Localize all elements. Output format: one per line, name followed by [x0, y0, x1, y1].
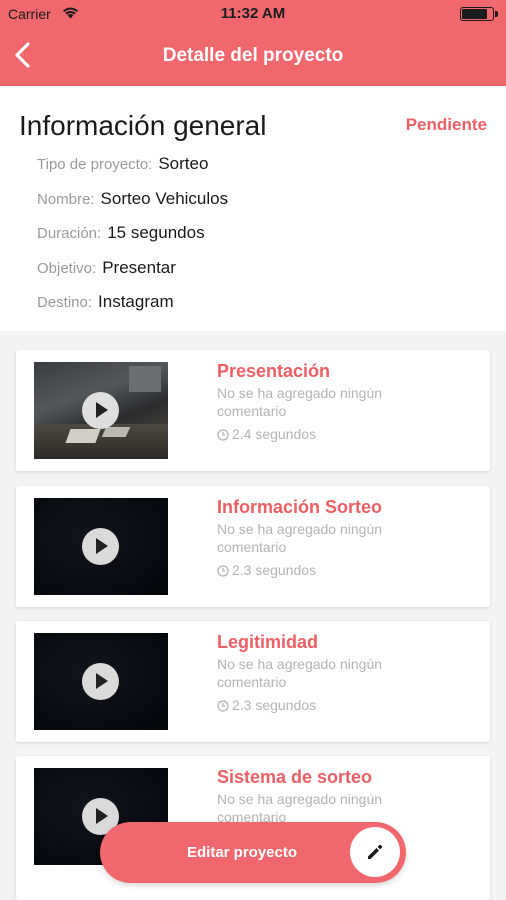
clip-card[interactable]: Información Sorteo No se ha agregado nin…: [16, 486, 490, 607]
video-thumbnail[interactable]: [34, 633, 168, 730]
field-label: Duración:: [37, 225, 102, 242]
play-icon[interactable]: [82, 663, 119, 700]
clip-comment: No se ha agregado ningún comentario: [217, 656, 383, 690]
field-project-type: Tipo de proyecto: Sorteo: [37, 154, 208, 174]
edit-project-label: Editar proyecto: [186, 844, 298, 861]
field-objective: Objetivo: Presentar: [37, 258, 176, 278]
pencil-icon: [368, 844, 383, 859]
clip-comment: No se ha agregado ningún comentario: [217, 385, 383, 419]
field-value: 15 segundos: [107, 223, 205, 242]
page-title: Detalle del proyecto: [162, 45, 344, 66]
thumbnail-detail: [34, 424, 168, 459]
clip-title: Legitimidad: [217, 632, 319, 652]
clip-title: Información Sorteo: [217, 497, 383, 517]
general-info-section: Información general Pendiente Tipo de pr…: [0, 86, 506, 331]
battery-level: [462, 9, 487, 19]
play-icon[interactable]: [82, 528, 119, 565]
field-name: Nombre: Sorteo Vehiculos: [37, 189, 228, 209]
field-duration: Duración: 15 segundos: [37, 223, 205, 243]
clock-icon: [217, 565, 229, 577]
clip-duration: 2.4 segundos: [217, 426, 316, 442]
battery-icon: [460, 7, 498, 21]
nav-bar: Detalle del proyecto: [0, 28, 506, 86]
field-value: Instagram: [98, 292, 174, 311]
pencil-icon-button[interactable]: [350, 827, 400, 877]
clip-duration-text: 2.3 segundos: [232, 697, 317, 713]
video-thumbnail[interactable]: [34, 498, 168, 595]
thumbnail-detail: [101, 427, 131, 437]
clock-time: 11:32 AM: [220, 5, 286, 22]
thumbnail-detail: [129, 366, 161, 392]
clip-title: Sistema de sorteo: [217, 767, 373, 787]
clip-duration-text: 2.4 segundos: [232, 426, 317, 442]
clip-card[interactable]: Legitimidad No se ha agregado ningún com…: [16, 621, 490, 742]
clip-duration: 2.3 segundos: [217, 697, 316, 713]
field-value: Sorteo Vehiculos: [100, 189, 229, 208]
status-badge: Pendiente: [405, 115, 487, 134]
section-heading: Información general: [19, 110, 267, 141]
clip-comment: No se ha agregado ningún comentario: [217, 791, 383, 825]
clip-duration-text: 2.3 segundos: [232, 562, 317, 578]
battery-nub: [495, 11, 498, 17]
video-thumbnail[interactable]: [34, 362, 168, 459]
clock-icon: [217, 700, 229, 712]
field-value: Presentar: [102, 258, 176, 277]
clip-duration: 2.3 segundos: [217, 562, 316, 578]
clip-comment: No se ha agregado ningún comentario: [217, 521, 383, 555]
clip-title: Presentación: [217, 361, 331, 381]
edit-project-button[interactable]: Editar proyecto: [100, 822, 406, 883]
clip-card[interactable]: Presentación No se ha agregado ningún co…: [16, 350, 490, 471]
field-label: Nombre:: [37, 191, 95, 208]
field-label: Destino:: [37, 294, 93, 311]
clock-icon: [217, 429, 229, 441]
field-destination: Destino: Instagram: [37, 292, 174, 312]
status-bar: Carrier 11:32 AM: [0, 0, 506, 28]
field-value: Sorteo: [158, 154, 209, 173]
field-label: Objetivo:: [37, 260, 97, 277]
thumbnail-detail: [65, 429, 101, 443]
field-label: Tipo de proyecto:: [37, 156, 153, 173]
play-icon[interactable]: [82, 392, 119, 429]
